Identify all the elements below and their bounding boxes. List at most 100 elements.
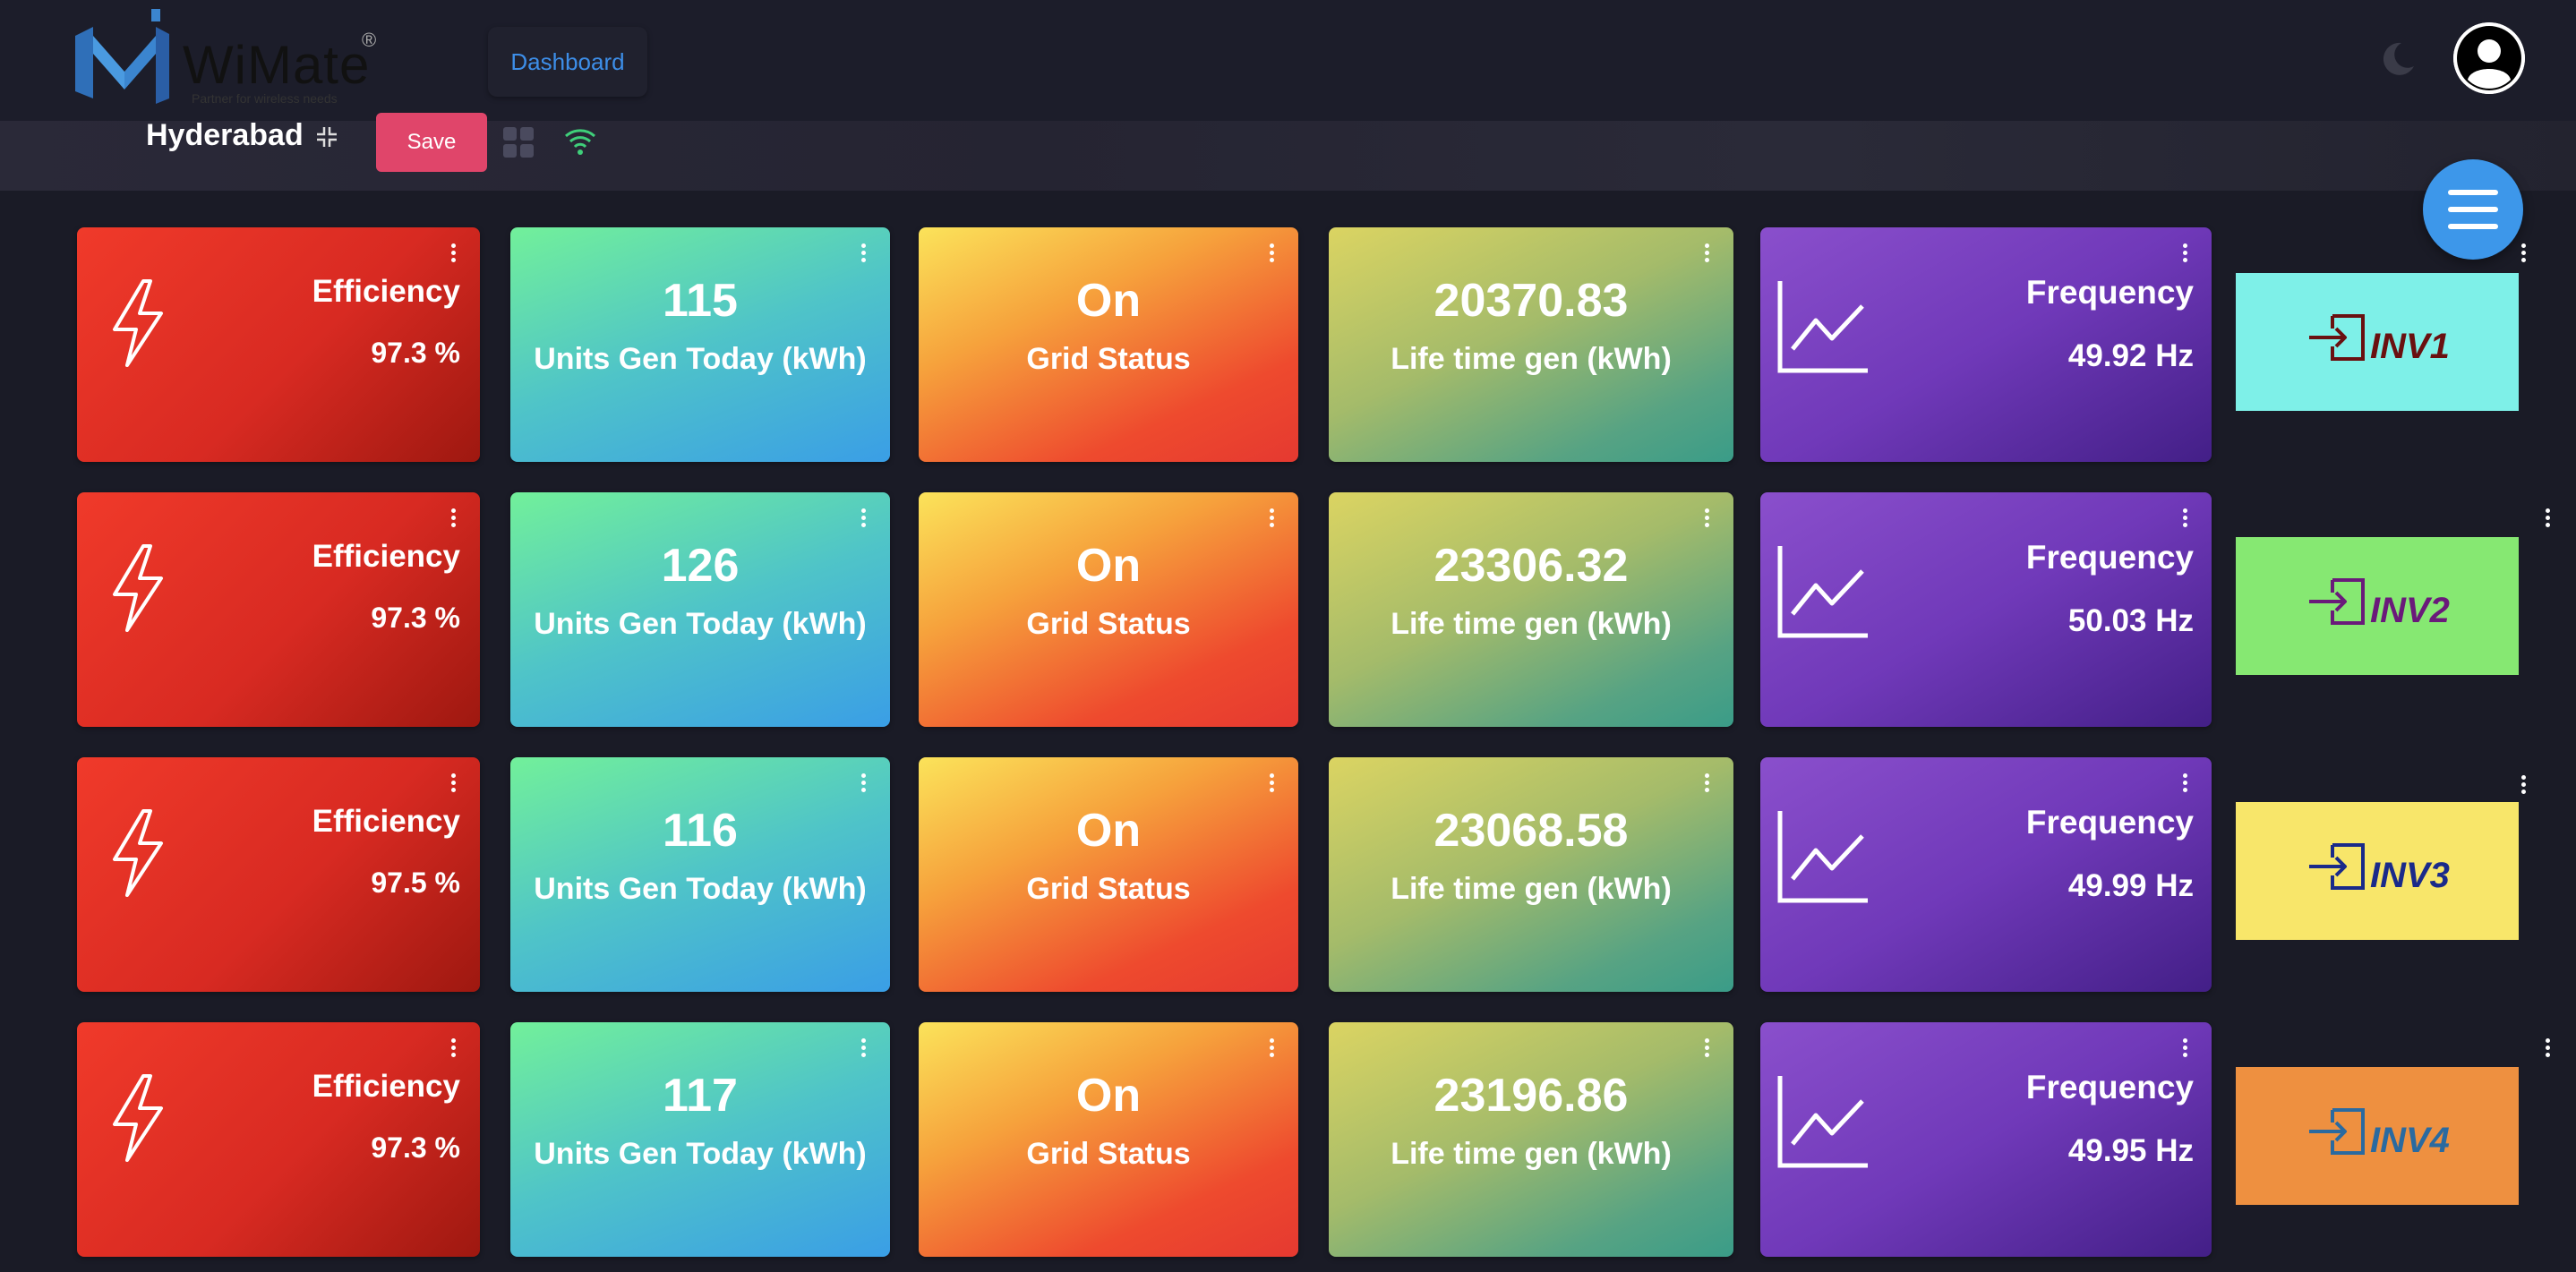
dashboard-button[interactable]: Dashboard [488,27,647,97]
card-menu-icon[interactable] [1705,1038,1710,1058]
grid-status-label: Grid Status [1026,607,1191,641]
grid-status-value: On [1075,275,1142,327]
efficiency-label: Efficiency [312,539,460,574]
save-button[interactable]: Save [376,113,487,172]
lifetime-gen-card-4[interactable]: 23196.86 Life time gen (kWh) [1329,1022,1733,1257]
card-menu-icon[interactable] [451,1038,457,1058]
lightning-icon [113,1074,163,1162]
grid-status-label: Grid Status [1026,342,1191,376]
units-label: Units Gen Today (kWh) [534,1137,867,1171]
frequency-card-2[interactable]: Frequency 50.03 Hz [1760,492,2212,727]
user-icon [2453,22,2525,94]
units-gen-card-4[interactable]: 117 Units Gen Today (kWh) [510,1022,890,1257]
line-chart-icon [1777,1076,1868,1168]
card-menu-icon[interactable] [1705,773,1710,793]
login-icon [2309,843,2365,890]
inverter-label: INV3 [2370,856,2450,895]
inverter-button-2[interactable]: INV2 [2236,537,2519,675]
inverter-label: INV4 [2370,1121,2450,1160]
logo-tagline: Partner for wireless needs [192,91,338,106]
card-menu-icon[interactable] [451,243,457,263]
grid-status-card-3[interactable]: On Grid Status [919,757,1298,992]
logo[interactable]: WiMate ® Partner for wireless needs [75,9,380,107]
line-chart-icon [1777,281,1868,373]
login-icon [2309,314,2365,361]
frequency-label: Frequency [2025,1069,2194,1106]
inverter-menu-icon[interactable] [2521,775,2527,795]
efficiency-label: Efficiency [312,1069,460,1104]
efficiency-card-3[interactable]: Efficiency 97.5 % [77,757,480,992]
lifetime-gen-label: Life time gen (kWh) [1391,607,1672,641]
moon-icon[interactable] [2378,39,2418,79]
avatar[interactable] [2453,22,2525,94]
frequency-value: 49.95 Hz [2067,1133,2194,1168]
card-menu-icon[interactable] [2183,773,2188,793]
lifetime-gen-label: Life time gen (kWh) [1391,872,1672,906]
collapse-icon[interactable] [315,125,338,149]
card-menu-icon[interactable] [451,773,457,793]
frequency-card-4[interactable]: Frequency 49.95 Hz [1760,1022,2212,1257]
units-label: Units Gen Today (kWh) [534,342,867,376]
inverter-button-1[interactable]: INV1 [2236,273,2519,411]
frequency-value: 49.99 Hz [2067,868,2194,903]
units-value: 126 [661,540,740,592]
card-menu-icon[interactable] [1270,773,1275,793]
efficiency-card-4[interactable]: Efficiency 97.3 % [77,1022,480,1257]
card-menu-icon[interactable] [861,773,867,793]
units-gen-card-3[interactable]: 116 Units Gen Today (kWh) [510,757,890,992]
lightning-icon [113,279,163,367]
inverter-menu-icon[interactable] [2546,508,2551,528]
lifetime-gen-card-2[interactable]: 23306.32 Life time gen (kWh) [1329,492,1733,727]
frequency-label: Frequency [2025,539,2194,576]
grid-status-value: On [1075,1070,1142,1122]
units-value: 116 [663,805,738,857]
card-menu-icon[interactable] [451,508,457,528]
card-menu-icon[interactable] [2183,243,2188,263]
units-gen-card-2[interactable]: 126 Units Gen Today (kWh) [510,492,890,727]
line-chart-icon [1777,811,1868,903]
efficiency-value: 97.3 % [371,1131,460,1164]
card-menu-icon[interactable] [1705,243,1710,263]
inverter-button-4[interactable]: INV4 [2236,1067,2519,1205]
lifetime-gen-label: Life time gen (kWh) [1391,342,1672,376]
card-menu-icon[interactable] [2183,1038,2188,1058]
units-gen-card-1[interactable]: 115 Units Gen Today (kWh) [510,227,890,462]
lifetime-gen-card-3[interactable]: 23068.58 Life time gen (kWh) [1329,757,1733,992]
login-icon [2309,1108,2365,1155]
frequency-card-3[interactable]: Frequency 49.99 Hz [1760,757,2212,992]
hamburger-icon [2448,190,2498,229]
grid-status-card-4[interactable]: On Grid Status [919,1022,1298,1257]
efficiency-card-2[interactable]: Efficiency 97.3 % [77,492,480,727]
top-bar: WiMate ® Partner for wireless needs Dash… [0,0,2576,121]
card-menu-icon[interactable] [1270,508,1275,528]
wifi-icon [565,129,595,155]
card-menu-icon[interactable] [861,508,867,528]
grid-view-icon[interactable] [503,127,534,158]
card-menu-icon[interactable] [861,1038,867,1058]
efficiency-card-1[interactable]: Efficiency 97.3 % [77,227,480,462]
card-menu-icon[interactable] [1270,1038,1275,1058]
inverter-menu-icon[interactable] [2546,1038,2551,1058]
lightning-icon [113,809,163,897]
lifetime-gen-value: 23306.32 [1433,540,1629,592]
grid-status-card-1[interactable]: On Grid Status [919,227,1298,462]
efficiency-label: Efficiency [312,804,460,839]
card-menu-icon[interactable] [2183,508,2188,528]
inverter-label: INV1 [2370,327,2450,366]
card-menu-icon[interactable] [861,243,867,263]
card-menu-icon[interactable] [1705,508,1710,528]
lifetime-gen-card-1[interactable]: 20370.83 Life time gen (kWh) [1329,227,1733,462]
units-label: Units Gen Today (kWh) [534,872,867,906]
logo-mark-icon [75,9,169,104]
login-icon [2309,578,2365,625]
frequency-card-1[interactable]: Frequency 49.92 Hz [1760,227,2212,462]
grid-status-card-2[interactable]: On Grid Status [919,492,1298,727]
logo-registered-mark: ® [362,29,377,51]
inverter-menu-icon[interactable] [2521,243,2527,263]
lifetime-gen-value: 20370.83 [1433,275,1629,327]
inverter-button-3[interactable]: INV3 [2236,802,2519,940]
units-value: 117 [663,1070,738,1122]
card-menu-icon[interactable] [1270,243,1275,263]
menu-fab-button[interactable] [2423,159,2523,260]
lifetime-gen-label: Life time gen (kWh) [1391,1137,1672,1171]
